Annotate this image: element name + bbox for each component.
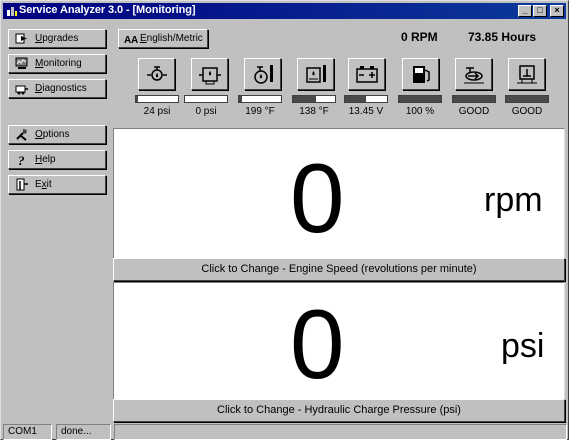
status-message: done... — [56, 424, 111, 440]
status-port: COM1 — [3, 424, 52, 440]
application-window: Service Analyzer 3.0 - [Monitoring] _ □ … — [0, 0, 569, 440]
filter-status-level-fill — [453, 96, 495, 102]
oil-pressure-value: 24 psi — [143, 106, 171, 117]
engine-speed-caption-button[interactable]: Click to Change - Engine Speed (revoluti… — [113, 258, 565, 281]
app-icon — [7, 7, 17, 16]
svg-text:?: ? — [18, 153, 25, 166]
hydraulic-filter-status-level-fill — [506, 96, 548, 102]
maximize-button[interactable]: □ — [533, 5, 547, 17]
hours-readout: 73.85 Hours — [468, 30, 537, 44]
hydraulic-temperature-gauge-button[interactable] — [297, 58, 334, 90]
hydraulic-filter-status-level-bar — [505, 95, 549, 103]
fuel-level-value: 100 % — [405, 106, 435, 117]
options-icon — [16, 129, 27, 141]
oil-temperature-level-fill — [239, 96, 242, 102]
engine-speed-value: 0 — [290, 143, 345, 253]
filter-icon — [464, 67, 484, 84]
question-mark-icon: ? — [18, 153, 25, 166]
battery-voltage-gauge-button[interactable] — [348, 58, 385, 90]
rpm-readout: 0 RPM — [401, 30, 438, 44]
minimize-button[interactable]: _ — [518, 5, 532, 17]
monitor-icon — [15, 57, 28, 69]
fuel-level-level-bar — [398, 95, 442, 103]
hydraulic-pressure-icon — [199, 67, 221, 85]
charge-pressure-gauge-button[interactable] — [191, 58, 228, 90]
upgrades-label: pgrades — [42, 33, 79, 44]
oil-can-icon — [147, 66, 167, 81]
options-label: ptions — [42, 129, 70, 140]
oil-pressure-level-bar — [135, 95, 179, 103]
battery-icon — [356, 66, 378, 83]
hydraulic-filter-status-value: GOOD — [511, 106, 543, 117]
hydraulic-temperature-level-bar — [292, 95, 336, 103]
charge-pressure-caption-button[interactable]: Click to Change - Hydraulic Charge Press… — [113, 399, 565, 422]
hydraulic-temperature-value: 138 °F — [299, 106, 329, 117]
fuel-level-level-fill — [399, 96, 441, 102]
oil-pressure-level-fill — [136, 96, 138, 102]
svg-text:A: A — [131, 35, 138, 45]
fuel-level-gauge-button[interactable] — [402, 58, 439, 90]
hydraulic-filter-status-gauge-button[interactable] — [508, 58, 545, 90]
units-accel: E — [140, 33, 147, 44]
hydraulic-filter-icon — [517, 65, 537, 84]
oil-temperature-level-bar — [238, 95, 282, 103]
status-blank — [114, 424, 567, 440]
monitoring-button[interactable]: Monitoring — [8, 54, 106, 73]
close-button[interactable]: × — [550, 5, 564, 17]
charge-pressure-level-bar — [184, 95, 228, 103]
hydraulic-temperature-level-fill — [293, 96, 317, 102]
units-label: nglish/Metric — [146, 33, 203, 44]
english-metric-button[interactable]: A A English/Metric — [118, 29, 208, 48]
exit-label: it — [46, 179, 52, 190]
options-accel: O — [35, 129, 43, 140]
charge-pressure-display[interactable]: 0 psi — [113, 282, 565, 399]
battery-voltage-value: 13.45 V — [348, 106, 384, 117]
oil-temperature-gauge-button[interactable] — [244, 58, 281, 90]
exit-label-pre: E — [35, 179, 42, 190]
upgrade-arrow-icon — [15, 33, 27, 44]
filter-status-level-bar — [452, 95, 496, 103]
charge-pressure-value: 0 psi — [195, 106, 217, 117]
charge-pressure-unit: psi — [501, 327, 545, 365]
exit-button[interactable]: Exit — [8, 175, 106, 194]
charge-pressure-value: 0 — [290, 289, 345, 399]
diagnostics-icon — [15, 85, 28, 95]
units-icon: A A — [124, 35, 138, 45]
engine-speed-unit: rpm — [484, 181, 543, 219]
title-bar[interactable]: Service Analyzer 3.0 - [Monitoring] _ □ … — [3, 3, 566, 19]
diagnostics-button[interactable]: Diagnostics — [8, 79, 106, 98]
oil-temperature-value: 199 °F — [245, 106, 275, 117]
fuel-pump-icon — [413, 66, 430, 83]
diagnostics-label: iagnostics — [42, 83, 87, 94]
help-button[interactable]: ? Help — [8, 150, 106, 169]
options-button[interactable]: Options — [8, 125, 106, 144]
battery-voltage-level-bar — [344, 95, 388, 103]
battery-voltage-level-fill — [345, 96, 366, 102]
upgrades-button[interactable]: Upgrades — [8, 29, 106, 48]
hydraulic-temp-icon — [306, 65, 326, 83]
filter-status-gauge-button[interactable] — [455, 58, 492, 90]
engine-speed-display[interactable]: 0 rpm — [113, 128, 565, 258]
filter-status-value: GOOD — [458, 106, 490, 117]
monitoring-label: onitoring — [43, 58, 82, 69]
exit-door-icon — [16, 178, 28, 191]
help-label: elp — [42, 154, 56, 165]
oil-temp-icon — [254, 65, 273, 84]
oil-pressure-gauge-button[interactable] — [138, 58, 175, 90]
window-title: Service Analyzer 3.0 - [Monitoring] — [19, 4, 196, 16]
